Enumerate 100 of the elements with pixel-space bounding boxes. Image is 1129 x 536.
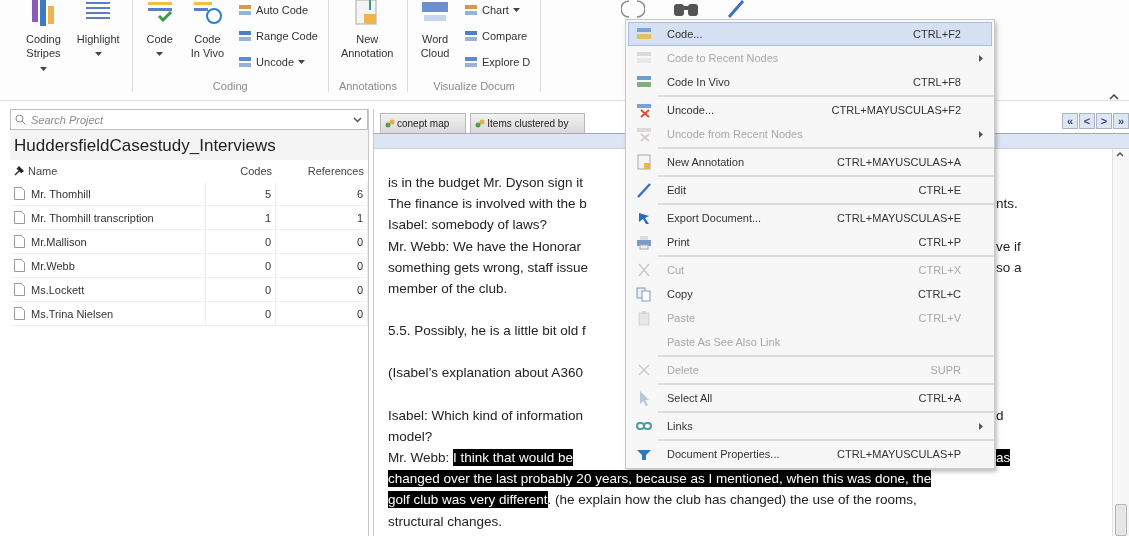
references-count: 1 xyxy=(356,211,363,224)
delete-icon xyxy=(636,362,652,378)
document-name[interactable]: Mr. Thomhill transcription xyxy=(31,211,154,224)
ribbon-button[interactable]: Code In Vivo xyxy=(188,0,227,80)
nav-button[interactable]: » xyxy=(1113,113,1129,129)
collapse-icon[interactable] xyxy=(1109,94,1119,100)
menu-item[interactable]: Links xyxy=(628,414,992,438)
nav-button[interactable]: « xyxy=(1062,113,1078,129)
coding-icon xyxy=(636,26,652,42)
menu-item[interactable]: Uncode... CTRL+MAYUSCULAS+F2 xyxy=(628,98,992,122)
clipboard-icon xyxy=(636,310,652,326)
document-name[interactable]: Ms.Lockett xyxy=(31,283,85,296)
document-text: The finance is involved with the b xyxy=(388,195,587,213)
document-text: Isabel: somebody of laws? xyxy=(388,216,548,234)
document-icon xyxy=(14,307,25,320)
references-count: 0 xyxy=(356,307,363,320)
note-icon xyxy=(636,154,652,170)
references-count: 0 xyxy=(356,235,363,248)
menu-item[interactable]: Code In Vivo CTRL+F8 xyxy=(628,70,992,94)
document-icon xyxy=(14,211,25,224)
codes-count: 5 xyxy=(264,187,271,200)
copy-icon xyxy=(636,286,652,302)
references-count: 0 xyxy=(356,283,363,296)
scroll-thumb[interactable] xyxy=(1115,504,1127,536)
search-icon xyxy=(15,114,26,125)
document-name[interactable]: Ms.Trina Nielsen xyxy=(31,307,114,320)
references-count: 0 xyxy=(356,259,363,272)
document-icon xyxy=(14,283,25,296)
codes-count: 0 xyxy=(264,307,271,320)
tool-icon xyxy=(238,3,253,17)
document-icon xyxy=(14,235,25,248)
coding-icon xyxy=(636,50,652,66)
scrollbar[interactable] xyxy=(1112,149,1129,536)
tool-icon xyxy=(238,29,253,43)
pencil-icon[interactable] xyxy=(727,0,746,18)
ribbon-button[interactable]: New Annotation xyxy=(338,0,396,80)
document-text: something gets wrong, staff issue xyxy=(388,258,589,276)
document-text: Mr. Webb: We have the Honorar xyxy=(388,237,582,255)
group-label: Annotations xyxy=(338,80,397,92)
uncode-icon xyxy=(636,102,652,118)
map-icon xyxy=(475,118,486,129)
ribbon-button[interactable]: Word Cloud xyxy=(418,0,452,80)
codes-count: 0 xyxy=(264,283,271,296)
tool-icon xyxy=(464,29,478,43)
nav-button[interactable]: < xyxy=(1079,113,1095,129)
printer-icon xyxy=(636,234,652,250)
search-field[interactable]: Search Project xyxy=(10,109,368,130)
menu-item[interactable]: Document Properties... CTRL+MAYUSCULAS+P xyxy=(628,442,992,466)
document-text: d xyxy=(996,406,1004,424)
menu-item[interactable]: Select All CTRL+A xyxy=(628,386,992,410)
ribbon-button[interactable]: Explore D xyxy=(464,52,531,72)
menu-item[interactable]: Copy CTRL+C xyxy=(628,282,992,306)
column-header[interactable]: Codes xyxy=(240,165,272,177)
document-text: nts. xyxy=(996,195,1018,213)
highlighted-text: golf club was very different xyxy=(388,491,548,509)
document-text: ve if xyxy=(996,237,1021,255)
document-name[interactable]: Mr.Mallison xyxy=(31,235,87,248)
menu-item[interactable]: Print CTRL+P xyxy=(628,230,992,254)
menu-item[interactable]: Edit CTRL+E xyxy=(628,178,992,202)
document-text: (Isabel’s explanation about A360 xyxy=(388,364,583,382)
column-header[interactable]: Name xyxy=(28,165,58,177)
document-tab[interactable]: conept map xyxy=(380,113,467,133)
menu-item[interactable]: New Annotation CTRL+MAYUSCULAS+A xyxy=(628,150,992,174)
menu-item[interactable]: Export Document... CTRL+MAYUSCULAS+E xyxy=(628,206,992,230)
ribbon-button[interactable]: Highlight xyxy=(74,0,122,92)
column-header[interactable]: References xyxy=(307,165,364,177)
pencil-icon xyxy=(636,182,652,198)
group-label: Coding xyxy=(211,80,249,92)
map-icon xyxy=(385,118,395,129)
coding-icon xyxy=(636,74,652,90)
menu-item[interactable]: Code... CTRL+F2 xyxy=(628,22,992,46)
codes-count: 0 xyxy=(264,235,271,248)
ribbon-button[interactable]: Coding Stripes xyxy=(24,0,63,92)
document-text: model? xyxy=(388,427,433,445)
document-text: is in the budget Mr. Dyson sign it xyxy=(388,174,584,192)
codes-count: 1 xyxy=(264,211,271,224)
document-name[interactable]: Mr. Thomhill xyxy=(31,187,91,200)
ribbon-button[interactable]: Uncode xyxy=(238,52,318,72)
ribbon-button[interactable]: Auto Code xyxy=(238,0,318,20)
nav-button[interactable]: > xyxy=(1096,113,1112,129)
codes-count: 0 xyxy=(264,259,271,272)
document-text: so a xyxy=(996,258,1022,276)
tool-icon xyxy=(238,55,253,69)
document-text: Mr. Webb: xyxy=(388,448,451,466)
document-text: 5.5. Possibly, he is a little bit old f xyxy=(388,322,586,340)
document-name[interactable]: Mr.Webb xyxy=(31,259,75,272)
document-text: structural changes. xyxy=(388,512,503,530)
ribbon-button[interactable]: Compare xyxy=(464,26,531,46)
document-tab[interactable]: Items clustered by xyxy=(470,113,586,133)
highlighted-text: as xyxy=(996,448,1011,466)
document-icon xyxy=(14,187,25,200)
uncode-icon xyxy=(636,126,652,142)
group-label: Visualize Docum xyxy=(432,80,516,92)
highlighted-text: I think that would be xyxy=(453,448,574,466)
panel-title: HuddersfieldCasestudy_Interviews xyxy=(10,130,368,160)
document-text: Isabel: Which kind of information xyxy=(388,406,584,424)
ribbon-button[interactable]: Range Code xyxy=(238,26,318,46)
ribbon-button[interactable]: Chart xyxy=(464,0,531,20)
chevron-down-icon[interactable] xyxy=(353,117,362,123)
ribbon-button[interactable]: Code xyxy=(142,0,177,80)
